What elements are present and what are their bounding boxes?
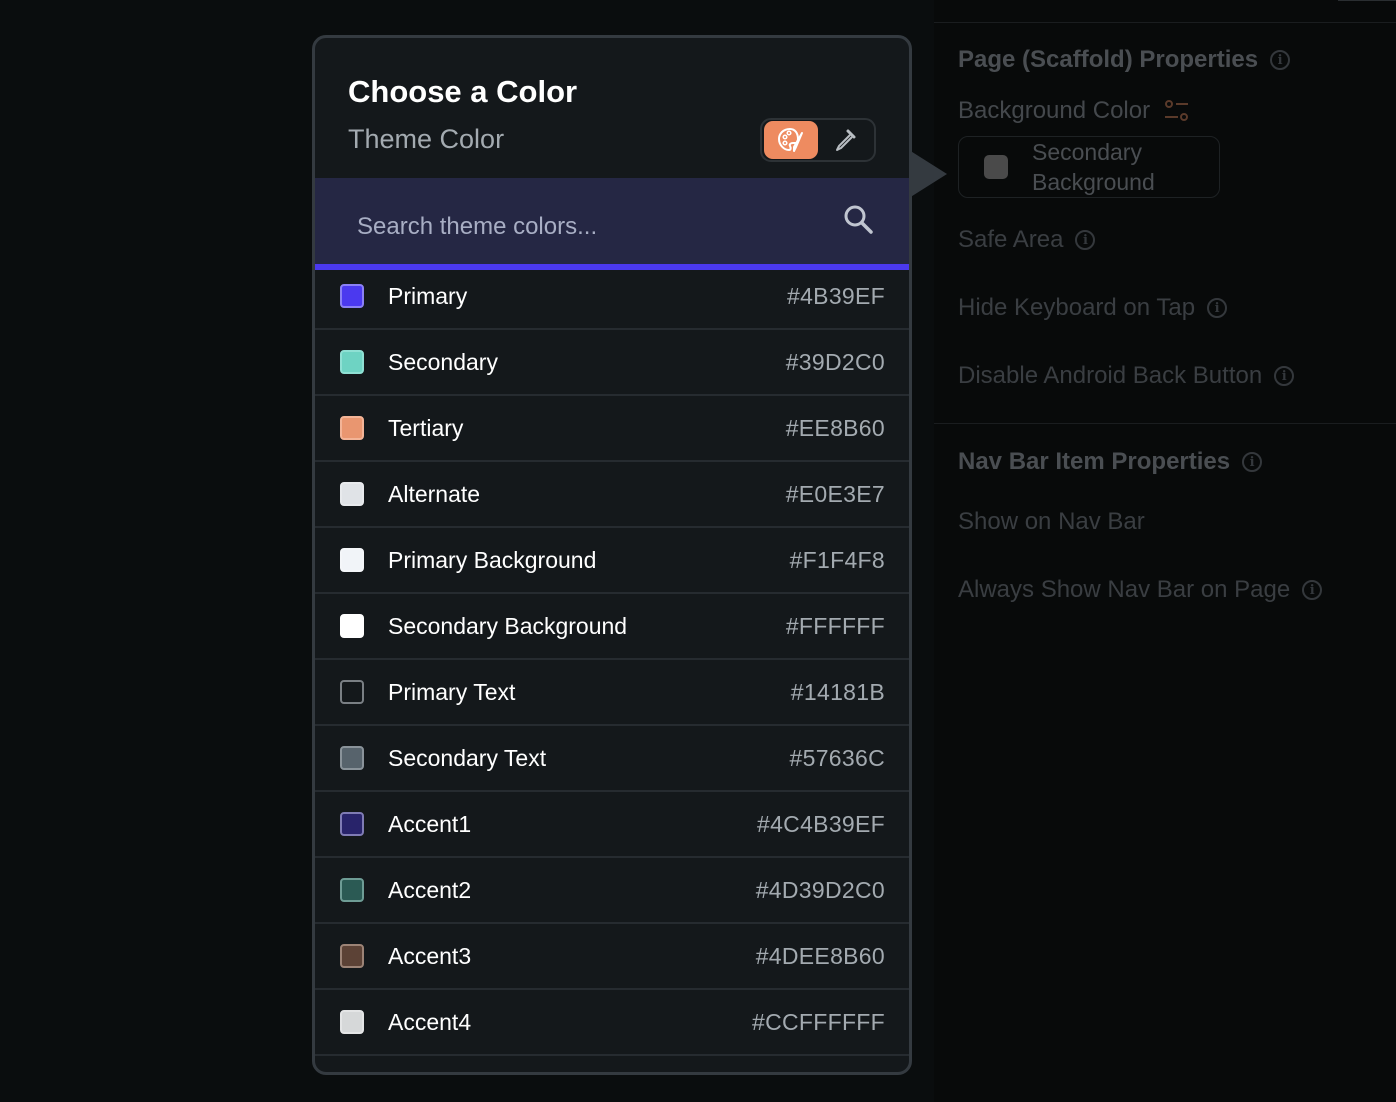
- info-icon[interactable]: i: [1075, 230, 1096, 250]
- color-swatch: [340, 548, 364, 572]
- always-show-nav-bar-label: Always Show Nav Bar on Page i: [958, 576, 1323, 604]
- color-name: Accent2: [388, 876, 472, 903]
- color-hex: #4DEE8B60: [755, 942, 885, 969]
- color-swatch: [340, 482, 364, 506]
- color-hex: #4D39D2C0: [755, 876, 885, 903]
- color-hex: #F1F4F8: [789, 546, 885, 573]
- color-option-secondary-text[interactable]: Secondary Text #57636C: [315, 726, 909, 792]
- value-line: Background: [1032, 169, 1155, 195]
- safe-area-label: Safe Area i: [958, 226, 1096, 254]
- color-name: Secondary Background: [388, 612, 628, 639]
- color-hex: #E0E3E7: [785, 480, 885, 507]
- color-swatch: [340, 284, 364, 308]
- color-swatch: [340, 680, 364, 704]
- color-hex: #EE8B60: [785, 414, 885, 441]
- info-icon[interactable]: i: [1270, 50, 1291, 70]
- info-icon[interactable]: i: [1274, 366, 1295, 386]
- color-name: Secondary Text: [388, 744, 547, 771]
- color-swatch: [340, 1010, 364, 1034]
- color-hex: #39D2C0: [785, 348, 885, 375]
- color-option-alternate[interactable]: Alternate #E0E3E7: [315, 462, 909, 528]
- show-on-nav-bar-label: Show on Nav Bar: [958, 508, 1145, 536]
- properties-panel: Page (Scaffold) Properties i Background …: [934, 0, 1396, 1102]
- color-option-accent3[interactable]: Accent3 #4DEE8B60: [315, 924, 909, 990]
- info-icon[interactable]: i: [1302, 580, 1323, 600]
- color-hex: #14181B: [790, 678, 885, 705]
- color-swatch: [984, 155, 1008, 179]
- theme-color-mode-button[interactable]: [764, 121, 818, 159]
- background-color-value: Secondary Background: [1032, 137, 1192, 197]
- color-hex: #57636C: [789, 744, 885, 771]
- label-text: Safe Area: [958, 226, 1064, 253]
- hide-keyboard-label: Hide Keyboard on Tap i: [958, 294, 1228, 322]
- dialog-title: Choose a Color: [348, 74, 578, 109]
- divider: [1338, 0, 1396, 1]
- color-picker-dialog: Choose a Color Theme Color Primary #4B39E…: [312, 35, 912, 1075]
- color-option-secondary[interactable]: Secondary #39D2C0: [315, 330, 909, 396]
- popover-pointer: [909, 150, 947, 198]
- color-name: Accent4: [388, 1008, 472, 1035]
- color-hex: #4C4B39EF: [757, 810, 885, 837]
- color-name: Primary: [388, 282, 468, 309]
- color-hex: #CCFFFFFF: [751, 1008, 885, 1035]
- info-icon[interactable]: i: [1242, 452, 1263, 472]
- color-option-secondary-background[interactable]: Secondary Background #FFFFFF: [315, 594, 909, 660]
- color-option-accent1[interactable]: Accent1 #4C4B39EF: [315, 792, 909, 858]
- color-option-primary-text[interactable]: Primary Text #14181B: [315, 660, 909, 726]
- color-name: Tertiary: [388, 414, 464, 441]
- background-color-selector[interactable]: Secondary Background: [958, 136, 1220, 198]
- label-text: Always Show Nav Bar on Page: [958, 576, 1291, 603]
- color-name: Accent3: [388, 942, 472, 969]
- eyedropper-icon: [836, 129, 856, 151]
- sliders-icon[interactable]: [1162, 96, 1192, 126]
- page-properties-title: Page (Scaffold) Properties i: [958, 46, 1291, 74]
- background-color-label: Background Color: [958, 96, 1192, 126]
- color-swatch: [340, 416, 364, 440]
- section-title-text: Nav Bar Item Properties: [958, 448, 1231, 475]
- label-text: Hide Keyboard on Tap: [958, 294, 1196, 321]
- color-swatch: [340, 614, 364, 638]
- label-text: Background Color: [958, 97, 1151, 124]
- theme-color-list: Primary #4B39EF Secondary #39D2C0 Tertiary #E…: [315, 264, 909, 1056]
- color-option-tertiary[interactable]: Tertiary #EE8B60: [315, 396, 909, 462]
- palette-icon: [777, 127, 803, 152]
- divider: [934, 423, 1396, 424]
- color-hex: #FFFFFF: [785, 612, 885, 639]
- color-swatch: [340, 944, 364, 968]
- color-swatch: [340, 350, 364, 374]
- color-option-primary[interactable]: Primary #4B39EF: [315, 264, 909, 330]
- eyedropper-mode-button[interactable]: [818, 121, 872, 159]
- color-option-accent2[interactable]: Accent2 #4D39D2C0: [315, 858, 909, 924]
- search-bar: [315, 178, 909, 270]
- section-title-text: Page (Scaffold) Properties: [958, 46, 1259, 73]
- color-name: Accent1: [388, 810, 472, 837]
- color-swatch: [340, 878, 364, 902]
- color-name: Primary Text: [388, 678, 516, 705]
- divider: [934, 22, 1396, 23]
- color-name: Secondary: [388, 348, 498, 375]
- color-swatch: [340, 746, 364, 770]
- disable-back-button-label: Disable Android Back Button i: [958, 362, 1295, 390]
- search-input[interactable]: [355, 206, 819, 248]
- nav-bar-properties-title: Nav Bar Item Properties i: [958, 448, 1263, 476]
- color-mode-toggle: [760, 118, 876, 162]
- color-hex: #4B39EF: [787, 282, 885, 309]
- info-icon[interactable]: i: [1207, 298, 1228, 318]
- value-line: Secondary: [1032, 139, 1142, 165]
- label-text: Show on Nav Bar: [958, 508, 1145, 535]
- search-icon[interactable]: [841, 202, 875, 236]
- color-name: Primary Background: [388, 546, 597, 573]
- color-name: Alternate: [388, 480, 481, 507]
- color-option-accent4[interactable]: Accent4 #CCFFFFFF: [315, 990, 909, 1056]
- color-option-primary-background[interactable]: Primary Background #F1F4F8: [315, 528, 909, 594]
- color-swatch: [340, 812, 364, 836]
- dialog-subtitle: Theme Color: [348, 124, 505, 154]
- label-text: Disable Android Back Button: [958, 362, 1263, 389]
